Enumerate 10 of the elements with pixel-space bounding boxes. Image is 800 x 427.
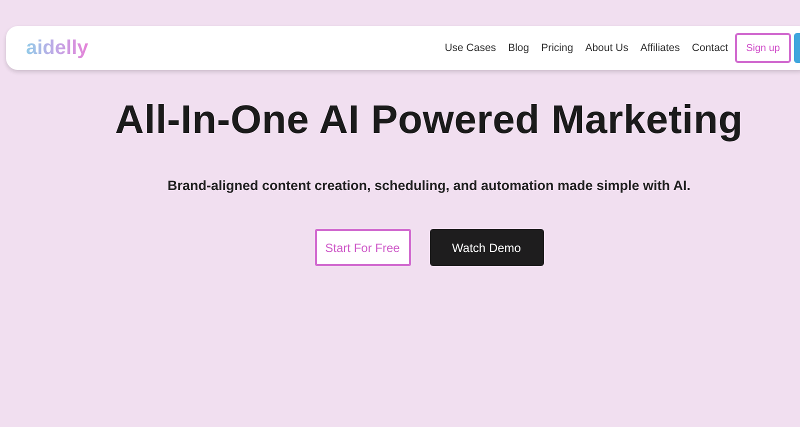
demo-button[interactable]: Watch Demo bbox=[430, 229, 544, 266]
nav-link[interactable]: Contact bbox=[692, 42, 728, 54]
hero-title: All-In-One AI Powered Marketing bbox=[115, 98, 743, 143]
nav-link[interactable]: About Us bbox=[585, 42, 628, 54]
nav-link[interactable]: Affiliates bbox=[640, 42, 680, 54]
nav-link[interactable]: Pricing bbox=[541, 42, 574, 54]
nav-link[interactable]: Use Cases bbox=[444, 42, 496, 54]
sign-up-button[interactable]: Sign up bbox=[735, 33, 791, 63]
hero-subtitle: Brand-aligned content creation, scheduling, and automation made simple with AI. bbox=[167, 178, 691, 193]
nav-link[interactable]: Blog bbox=[508, 42, 530, 54]
